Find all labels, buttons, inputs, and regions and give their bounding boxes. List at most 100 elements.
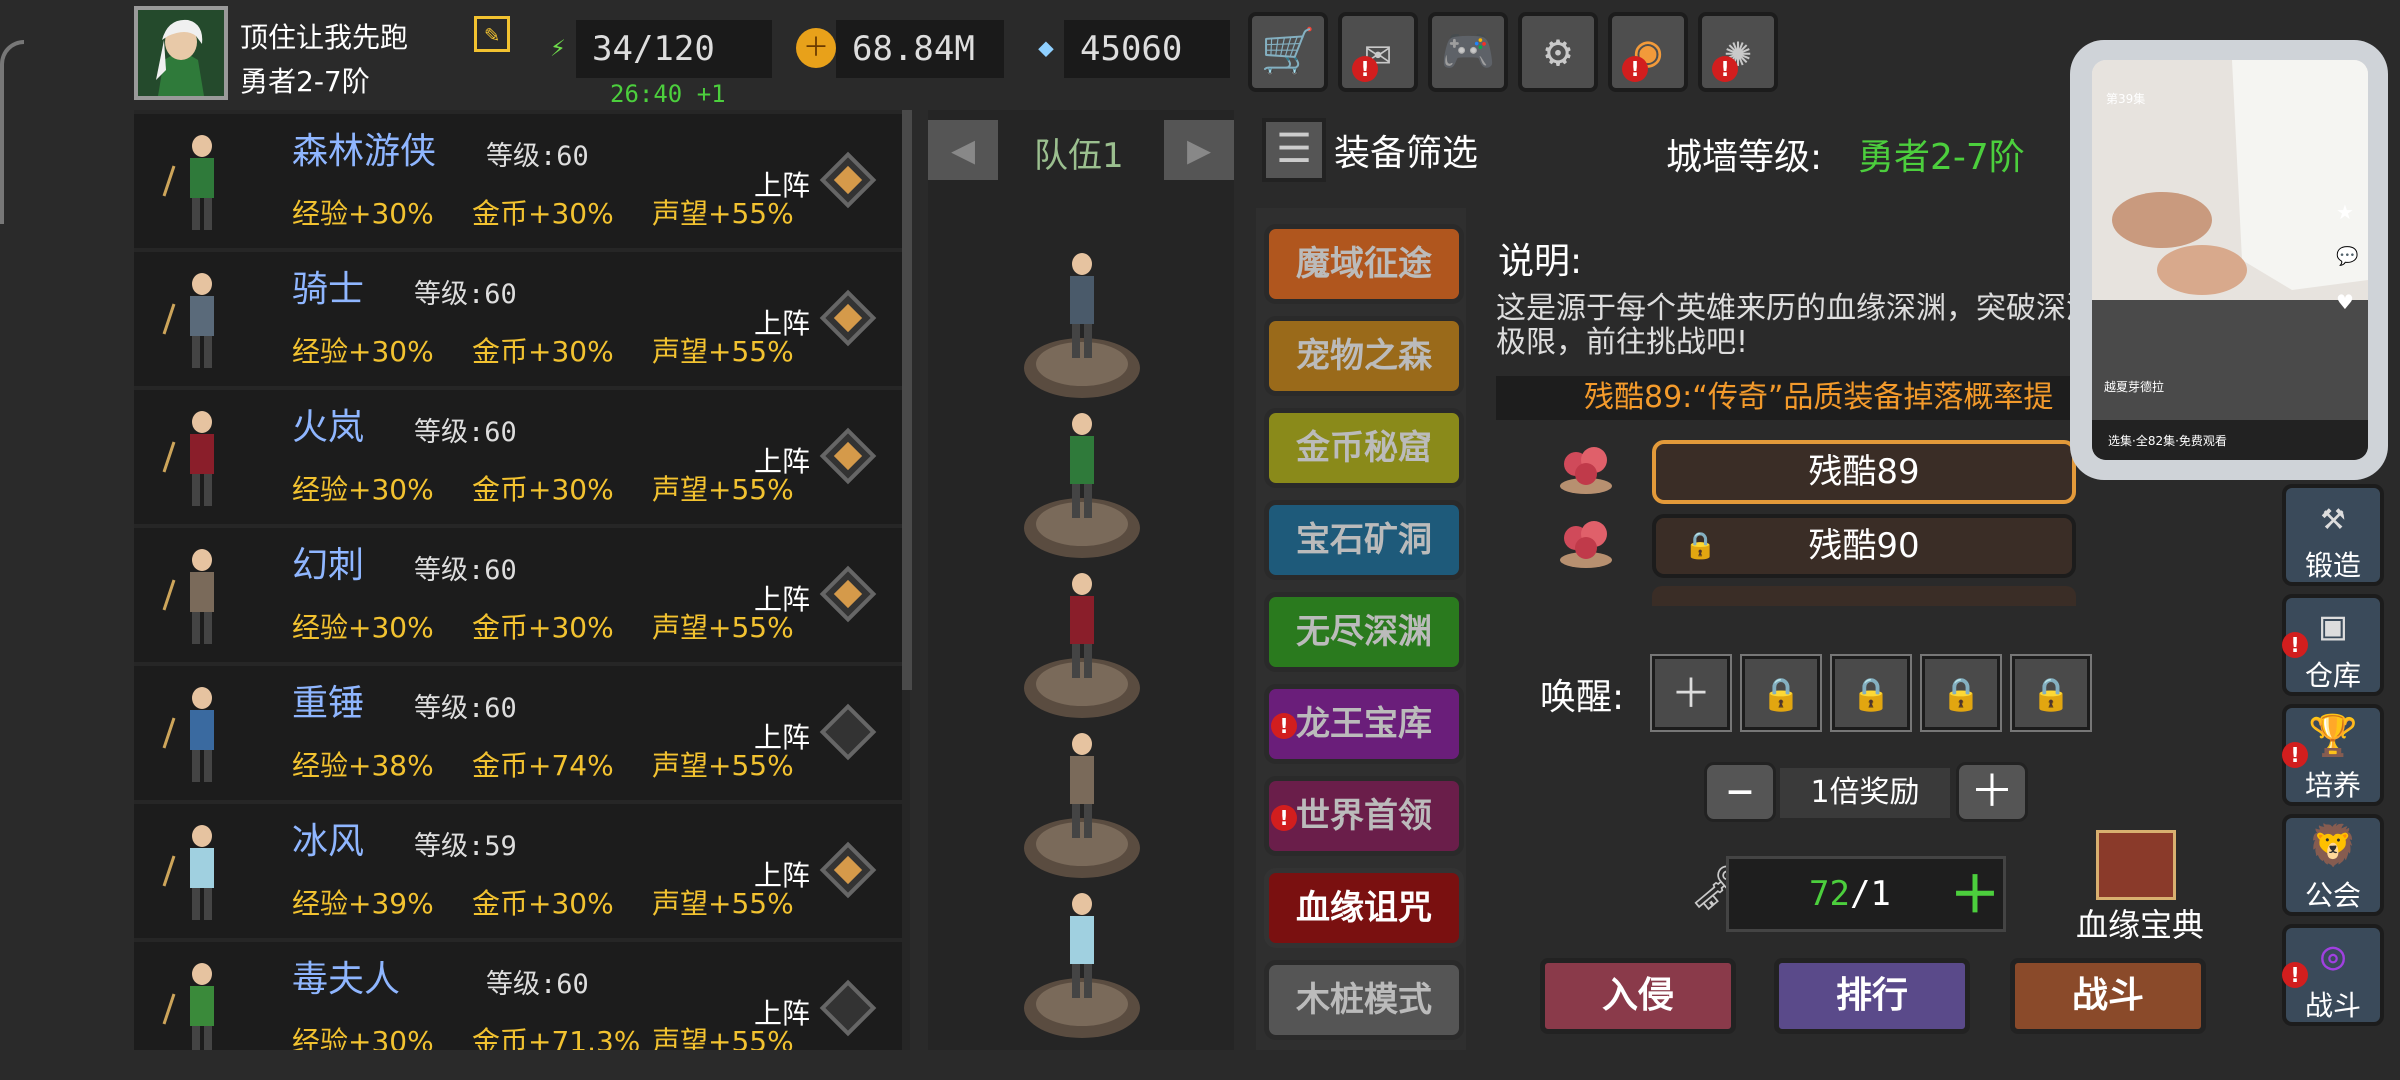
awaken-locked-slot[interactable]: 🔒 xyxy=(1830,654,1912,732)
equip-slot-icon[interactable] xyxy=(819,427,877,485)
player-rank: 勇者2-7阶 xyxy=(240,65,370,98)
mode-button[interactable]: 魔域征途 xyxy=(1264,224,1464,304)
guild-button[interactable]: 🦁 公会 xyxy=(2282,814,2384,916)
add-ticket-button[interactable]: ＋ xyxy=(1950,870,2000,920)
mode-button[interactable]: 金币秘窟 xyxy=(1264,408,1464,488)
side-battle-button[interactable]: ◎ 战斗! xyxy=(2282,924,2384,1026)
hero-name: 毒夫人 xyxy=(292,959,401,1000)
deploy-label[interactable]: 上阵 xyxy=(754,992,810,1032)
next-team-button[interactable]: ▶ xyxy=(1164,120,1234,180)
book-icon[interactable] xyxy=(2096,830,2176,900)
deploy-label[interactable]: 上阵 xyxy=(754,578,810,618)
increase-multiplier-button[interactable]: ＋ xyxy=(1956,762,2028,822)
mode-label: 木桩模式 xyxy=(1296,980,1432,1020)
star-icon[interactable]: ★ xyxy=(2336,200,2354,224)
mode-button[interactable]: 宝石矿洞 xyxy=(1264,500,1464,580)
team-name: 队伍1 xyxy=(1034,136,1124,176)
reward-multiplier: 1倍奖励 xyxy=(1780,768,1950,818)
mode-button[interactable]: 宠物之森 xyxy=(1264,316,1464,396)
player-avatar[interactable] xyxy=(134,6,228,100)
firework-button[interactable]: ✺! xyxy=(1698,12,1778,92)
hero-list[interactable]: 森林游侠 等级:60 经验+30% 金币+30% 声望+55% 上阵 骑士 等级… xyxy=(134,110,910,1050)
mode-label: 金币秘窟 xyxy=(1296,428,1432,468)
mode-label: 世界首领 xyxy=(1296,796,1432,836)
mail-button[interactable]: ✉! xyxy=(1338,12,1418,92)
equip-slot-icon[interactable] xyxy=(819,565,877,623)
deploy-label[interactable]: 上阵 xyxy=(754,164,810,204)
team-slot[interactable] xyxy=(1022,240,1142,404)
mode-button[interactable]: ! 世界首领 xyxy=(1264,776,1464,856)
battle-button[interactable]: 战斗 xyxy=(2010,958,2206,1034)
invade-button[interactable]: 入侵 xyxy=(1540,958,1736,1034)
equip-slot-icon[interactable] xyxy=(819,289,877,347)
equip-slot-icon[interactable] xyxy=(819,151,877,209)
team-slot[interactable] xyxy=(1022,400,1142,564)
action-label: 战斗 xyxy=(2071,975,2144,1016)
video-episode-bar[interactable]: 选集·全82集·免费观看 xyxy=(2108,432,2227,449)
equip-slot-icon[interactable] xyxy=(819,841,877,899)
difficulty-label: 残酷90 xyxy=(1808,526,1920,566)
team-slot[interactable] xyxy=(1022,880,1142,1044)
lion-icon: 🦁 xyxy=(2308,823,2358,869)
awaken-locked-slot[interactable]: 🔒 xyxy=(1920,654,2002,732)
hero-row[interactable]: 骑士 等级:60 经验+30% 金币+30% 声望+55% 上阵 xyxy=(134,252,902,386)
difficulty-90-button[interactable]: 🔒 残酷90 xyxy=(1652,514,2076,578)
forge-button[interactable]: ⚒ 锻造 xyxy=(2282,484,2384,586)
comment-icon[interactable]: 💬 xyxy=(2336,246,2358,267)
hero-list-scrollbar[interactable] xyxy=(902,110,912,690)
deploy-label[interactable]: 上阵 xyxy=(754,302,810,342)
team-slot[interactable] xyxy=(1022,720,1142,884)
train-button[interactable]: 🏆 培养! xyxy=(2282,704,2384,806)
deploy-label[interactable]: 上阵 xyxy=(754,440,810,480)
decrease-multiplier-button[interactable]: − xyxy=(1704,762,1776,822)
color-wheel-button[interactable]: ◉! xyxy=(1608,12,1688,92)
hero-sprite xyxy=(162,687,214,782)
shop-cart-button[interactable]: 🛒 xyxy=(1248,12,1328,92)
hero-level: 等级:60 xyxy=(486,969,589,1000)
hero-exp-bonus: 经验+39% xyxy=(292,887,434,920)
video-frame[interactable]: 第39集 越夏芽德拉 选集·全82集·免费观看 ★ 💬 ♥ xyxy=(2092,60,2368,460)
filter-button[interactable]: ☰ xyxy=(1262,118,1326,182)
warehouse-button[interactable]: ▣ 仓库! xyxy=(2282,594,2384,696)
team-slot[interactable] xyxy=(1022,560,1142,724)
hero-sprite xyxy=(162,135,214,230)
mode-button[interactable]: 木桩模式 xyxy=(1264,960,1464,1040)
edit-name-icon[interactable]: ✎ xyxy=(474,16,510,52)
mode-button[interactable]: ! 龙王宝库 xyxy=(1264,684,1464,764)
ranking-button[interactable]: 排行 xyxy=(1774,958,1970,1034)
lock-icon: 🔒 xyxy=(2031,675,2071,713)
awaken-locked-slot[interactable]: 🔒 xyxy=(2010,654,2092,732)
gamepad-button[interactable]: 🎮 xyxy=(1428,12,1508,92)
mode-label: 宝石矿洞 xyxy=(1296,520,1432,560)
hero-row[interactable]: 森林游侠 等级:60 经验+30% 金币+30% 声望+55% 上阵 xyxy=(134,114,902,248)
heart-icon[interactable]: ♥ xyxy=(2336,290,2354,314)
hero-row[interactable]: 冰风 等级:59 经验+39% 金币+30% 声望+55% 上阵 xyxy=(134,804,902,938)
hero-name: 森林游侠 xyxy=(292,131,437,172)
settings-button[interactable]: ⚙ xyxy=(1518,12,1598,92)
difficulty-89-button[interactable]: 残酷89 xyxy=(1652,440,2076,504)
deploy-label[interactable]: 上阵 xyxy=(754,854,810,894)
hero-row[interactable]: 毒夫人 等级:60 经验+30% 金币+71.3% 声望+55% 上阵 xyxy=(134,942,902,1050)
mode-button[interactable]: 无尽深渊 xyxy=(1264,592,1464,672)
awaken-locked-slot[interactable]: 🔒 xyxy=(1740,654,1822,732)
deploy-label[interactable]: 上阵 xyxy=(754,716,810,756)
bloodline-book-label[interactable]: 血缘宝典 xyxy=(2076,900,2204,946)
hero-row[interactable]: 火岚 等级:60 经验+30% 金币+30% 声望+55% 上阵 xyxy=(134,390,902,524)
floating-video-window[interactable]: 第39集 越夏芽德拉 选集·全82集·免费观看 ★ 💬 ♥ xyxy=(2070,40,2388,480)
awaken-add-slot[interactable]: ＋ xyxy=(1650,654,1732,732)
equip-slot-icon[interactable] xyxy=(819,979,877,1037)
awaken-label: 唤醒: xyxy=(1540,677,1625,718)
alert-icon: ! xyxy=(2282,632,2308,658)
alert-icon: ! xyxy=(1271,805,1297,831)
hero-row[interactable]: 幻刺 等级:60 经验+30% 金币+30% 声望+55% 上阵 xyxy=(134,528,902,662)
bonus-text: 残酷89:“传奇”品质装备掉落概率提 xyxy=(1496,376,2096,420)
hero-gold-bonus: 金币+30% xyxy=(472,473,614,506)
filter-label[interactable]: 装备筛选 xyxy=(1334,124,1478,176)
hero-gold-bonus: 金币+30% xyxy=(472,887,614,920)
hero-row[interactable]: 重锤 等级:60 经验+38% 金币+74% 声望+55% 上阵 xyxy=(134,666,902,800)
difficulty-list-more[interactable] xyxy=(1652,586,2076,606)
prev-team-button[interactable]: ◀ xyxy=(928,120,998,180)
equip-slot-icon[interactable] xyxy=(819,703,877,761)
mode-button[interactable]: 血缘诅咒 xyxy=(1264,868,1464,948)
team-hero-sprite xyxy=(1024,253,1140,398)
